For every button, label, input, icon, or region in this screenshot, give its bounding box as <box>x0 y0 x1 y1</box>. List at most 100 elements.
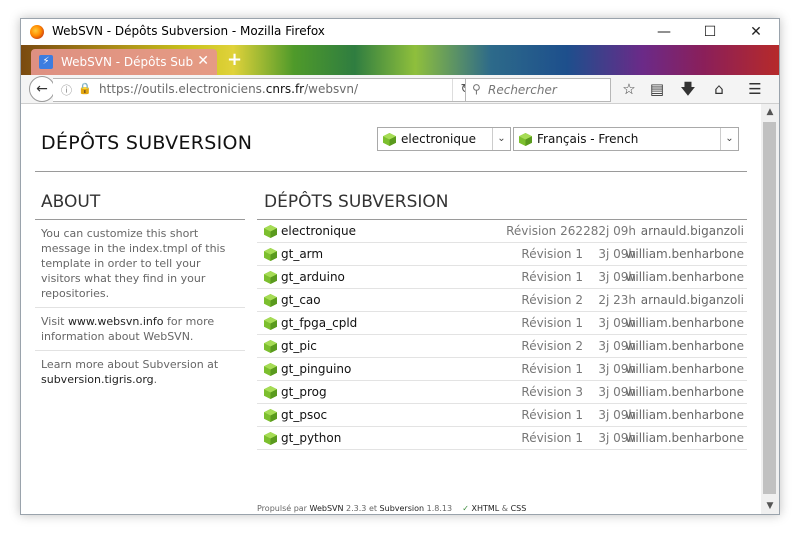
check-icon: ✓ <box>462 504 469 513</box>
repo-cube-icon <box>264 248 277 261</box>
about-text: You can customize this short message in … <box>35 220 245 308</box>
language-select[interactable]: Français - French ⌄ <box>513 127 739 151</box>
repo-cube-icon <box>264 317 277 330</box>
about-panel: ABOUT You can customize this short messa… <box>35 192 245 393</box>
repo-name-link[interactable]: gt_psoc <box>281 408 327 422</box>
language-cube-icon <box>519 133 532 146</box>
repo-name-link[interactable]: gt_pinguino <box>281 362 351 376</box>
author-text: william.benharbone <box>625 431 744 445</box>
table-row: gt_arduino Révision 1 3j 09h william.benhar… <box>257 266 747 289</box>
vertical-scrollbar[interactable]: ▲ ▼ <box>761 104 779 514</box>
footer: Propulsé par WebSVN 2.3.3 et Subversion … <box>257 504 527 513</box>
download-icon[interactable]: 🡇 <box>676 78 700 100</box>
repo-name-link[interactable]: gt_arm <box>281 247 323 261</box>
menu-icon[interactable]: ☰ <box>743 78 767 100</box>
chevron-down-icon[interactable]: ⌄ <box>492 128 510 150</box>
revision-link[interactable]: Révision 3 <box>521 385 583 399</box>
table-row: gt_prog Révision 3 3j 09h william.benharbon… <box>257 381 747 404</box>
repo-cube-icon <box>264 271 277 284</box>
xhtml-link[interactable]: XHTML <box>472 504 500 513</box>
chevron-down-icon[interactable]: ⌄ <box>720 128 738 150</box>
revision-link[interactable]: Révision 2 <box>521 339 583 353</box>
header-divider <box>35 171 747 172</box>
websvn-footer-link[interactable]: WebSVN <box>310 504 344 513</box>
author-text: william.benharbone <box>625 270 744 284</box>
table-row: gt_arm Révision 1 3j 09h william.benharbone <box>257 243 747 266</box>
revision-link[interactable]: Révision 1 <box>521 431 583 445</box>
age-text: 2j 23h <box>598 293 636 307</box>
repo-cube-icon <box>264 225 277 238</box>
repo-name-link[interactable]: gt_prog <box>281 385 327 399</box>
websvn-link[interactable]: www.websvn.info <box>68 315 164 328</box>
about-subversion-info: Learn more about Subversion at subversio… <box>41 358 219 386</box>
scroll-up-icon[interactable]: ▲ <box>761 104 779 120</box>
scroll-down-icon[interactable]: ▼ <box>761 498 779 514</box>
css-link[interactable]: CSS <box>511 504 527 513</box>
page-content: DÉPÔTS SUBVERSION electronique ⌄ Françai… <box>21 104 761 514</box>
home-icon[interactable]: ⌂ <box>707 78 731 100</box>
scroll-thumb[interactable] <box>763 122 776 494</box>
repo-cube-icon <box>264 340 277 353</box>
table-row: gt_pinguino Révision 1 3j 09h william.benha… <box>257 358 747 381</box>
browser-window: WebSVN - Dépôts Subversion - Mozilla Fir… <box>20 18 780 515</box>
back-arrow-icon[interactable]: ← <box>29 76 55 102</box>
maximize-button[interactable]: ☐ <box>687 19 733 45</box>
search-placeholder: Rechercher <box>488 83 557 97</box>
revision-link[interactable]: Révision 262 <box>506 224 583 238</box>
info-icon[interactable]: ⓘ <box>61 82 72 98</box>
revision-link[interactable]: Révision 1 <box>521 247 583 261</box>
search-input[interactable]: ⚲ Rechercher <box>465 78 611 102</box>
repo-cube-icon <box>383 133 396 146</box>
tab-strip: ⚡ WebSVN - Dépôts Subvers... ✕ + <box>21 45 779 75</box>
repositories-heading: DÉPÔTS SUBVERSION <box>257 192 747 220</box>
repo-name-link[interactable]: gt_arduino <box>281 270 345 284</box>
star-icon[interactable]: ☆ <box>617 78 641 100</box>
tab-websvn[interactable]: ⚡ WebSVN - Dépôts Subvers... ✕ <box>31 49 217 75</box>
tab-label: WebSVN - Dépôts Subvers... <box>61 55 193 69</box>
table-row: electronique Révision 262 282j 09h arnauld.… <box>257 220 747 243</box>
age-text: 282j 09h <box>583 224 636 238</box>
author-text: william.benharbone <box>625 316 744 330</box>
revision-link[interactable]: Révision 2 <box>521 293 583 307</box>
table-row: gt_cao Révision 2 2j 23h arnauld.biganzoli <box>257 289 747 312</box>
repo-cube-icon <box>264 409 277 422</box>
author-text: arnauld.biganzoli <box>640 293 744 307</box>
search-icon: ⚲ <box>472 82 481 96</box>
about-websvn-info: Visit www.websvn.info for more informati… <box>35 308 245 351</box>
table-row: gt_pic Révision 2 3j 09h william.benharbone <box>257 335 747 358</box>
lock-icon[interactable]: 🔒 <box>78 82 92 95</box>
table-row: gt_fpga_cpld Révision 1 3j 09h william.benh… <box>257 312 747 335</box>
repo-name-link[interactable]: gt_pic <box>281 339 317 353</box>
subversion-footer-link[interactable]: Subversion <box>380 504 425 513</box>
revision-link[interactable]: Révision 1 <box>521 362 583 376</box>
author-text: william.benharbone <box>625 385 744 399</box>
page-title: DÉPÔTS SUBVERSION <box>41 132 253 154</box>
close-window-button[interactable]: ✕ <box>733 19 779 45</box>
repo-name-link[interactable]: gt_cao <box>281 293 321 307</box>
revision-link[interactable]: Révision 1 <box>521 408 583 422</box>
author-text: arnauld.biganzoli <box>640 224 744 238</box>
author-text: william.benharbone <box>625 247 744 261</box>
repository-list: electronique Révision 262 282j 09h arnauld.… <box>257 220 747 450</box>
new-tab-button[interactable]: + <box>227 51 242 69</box>
repo-name-link[interactable]: electronique <box>281 224 356 238</box>
repo-name-link[interactable]: gt_python <box>281 431 341 445</box>
reader-icon[interactable]: ▤ <box>645 78 669 100</box>
repo-cube-icon <box>264 294 277 307</box>
table-row: gt_python Révision 1 3j 09h william.benharb… <box>257 427 747 450</box>
repositories-panel: DÉPÔTS SUBVERSION electronique Révision 2… <box>257 192 747 450</box>
firefox-icon <box>30 25 44 39</box>
repo-cube-icon <box>264 432 277 445</box>
repo-name-link[interactable]: gt_fpga_cpld <box>281 316 357 330</box>
author-text: william.benharbone <box>625 339 744 353</box>
revision-link[interactable]: Révision 1 <box>521 270 583 284</box>
repo-select[interactable]: electronique ⌄ <box>377 127 511 151</box>
revision-link[interactable]: Révision 1 <box>521 316 583 330</box>
minimize-button[interactable]: — <box>641 19 687 45</box>
tab-close-icon[interactable]: ✕ <box>197 53 209 69</box>
window-title: WebSVN - Dépôts Subversion - Mozilla Fir… <box>52 24 325 38</box>
url-text[interactable]: https://outils.electroniciens.cnrs.fr/we… <box>99 82 358 96</box>
title-bar: WebSVN - Dépôts Subversion - Mozilla Fir… <box>21 19 779 45</box>
subversion-link[interactable]: subversion.tigris.org <box>41 373 154 386</box>
url-bar[interactable]: ⓘ 🔒 https://outils.electroniciens.cnrs.f… <box>53 78 480 102</box>
